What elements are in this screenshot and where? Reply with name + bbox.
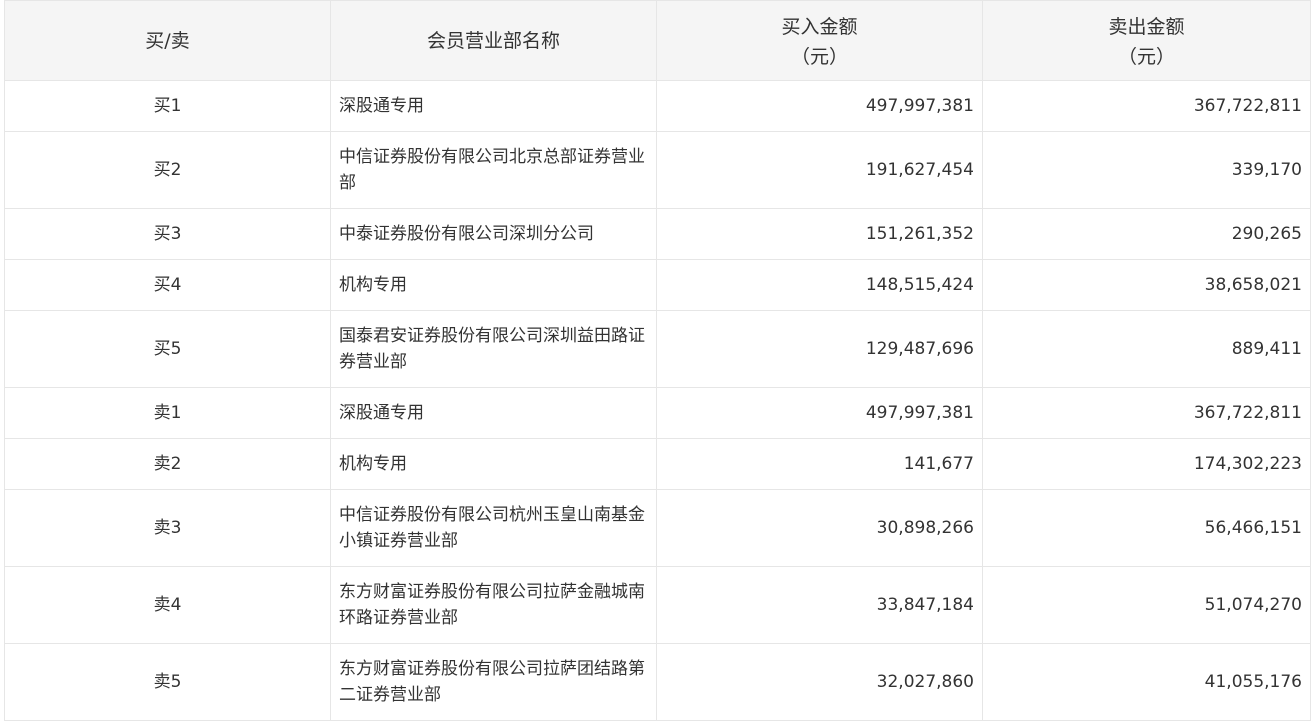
member-name-cell: 中泰证券股份有限公司深圳分公司 — [330, 208, 657, 260]
side-cell: 卖3 — [4, 489, 331, 567]
buy-amount-cell: 151,261,352 — [656, 208, 983, 260]
member-name-cell: 深股通专用 — [330, 80, 657, 132]
header-sell-amount: 卖出金额 （元） — [982, 0, 1311, 81]
side-cell: 买2 — [4, 131, 331, 209]
side-cell: 买5 — [4, 310, 331, 388]
side-cell: 卖2 — [4, 438, 331, 490]
table-row: 卖4 东方财富证券股份有限公司拉萨金融城南环路证券营业部 33,847,184 … — [4, 566, 1311, 644]
sell-amount-cell: 38,658,021 — [982, 259, 1311, 311]
dragon-tiger-table: 买/卖 会员营业部名称 买入金额 （元） 卖出金额 （元） 买1 深股通专用 4… — [4, 0, 1311, 721]
side-cell: 卖4 — [4, 566, 331, 644]
member-name-cell: 东方财富证券股份有限公司拉萨团结路第二证券营业部 — [330, 643, 657, 721]
side-cell: 买4 — [4, 259, 331, 311]
buy-amount-cell: 141,677 — [656, 438, 983, 490]
member-name-cell: 机构专用 — [330, 438, 657, 490]
table-body: 买1 深股通专用 497,997,381 367,722,811 买2 中信证券… — [4, 80, 1311, 721]
buy-amount-cell: 148,515,424 — [656, 259, 983, 311]
buy-amount-cell: 497,997,381 — [656, 387, 983, 439]
header-row: 买/卖 会员营业部名称 买入金额 （元） 卖出金额 （元） — [4, 0, 1311, 81]
buy-amount-cell: 497,997,381 — [656, 80, 983, 132]
buy-amount-cell: 30,898,266 — [656, 489, 983, 567]
sell-amount-cell: 367,722,811 — [982, 387, 1311, 439]
sell-amount-cell: 367,722,811 — [982, 80, 1311, 132]
table-header: 买/卖 会员营业部名称 买入金额 （元） 卖出金额 （元） — [4, 0, 1311, 81]
side-cell: 买1 — [4, 80, 331, 132]
sell-amount-cell: 41,055,176 — [982, 643, 1311, 721]
header-buy-label: 买入金额 — [781, 15, 858, 38]
member-name-cell: 东方财富证券股份有限公司拉萨金融城南环路证券营业部 — [330, 566, 657, 644]
table-row: 卖3 中信证券股份有限公司杭州玉皇山南基金小镇证券营业部 30,898,266 … — [4, 489, 1311, 567]
table-row: 买2 中信证券股份有限公司北京总部证券营业部 191,627,454 339,1… — [4, 131, 1311, 209]
table-row: 买5 国泰君安证券股份有限公司深圳益田路证券营业部 129,487,696 88… — [4, 310, 1311, 388]
sell-amount-cell: 56,466,151 — [982, 489, 1311, 567]
sell-amount-cell: 339,170 — [982, 131, 1311, 209]
table-row: 买1 深股通专用 497,997,381 367,722,811 — [4, 80, 1311, 132]
table-row: 买3 中泰证券股份有限公司深圳分公司 151,261,352 290,265 — [4, 208, 1311, 260]
header-buy-unit: （元） — [790, 45, 848, 68]
buy-amount-cell: 129,487,696 — [656, 310, 983, 388]
member-name-cell: 中信证券股份有限公司杭州玉皇山南基金小镇证券营业部 — [330, 489, 657, 567]
side-cell: 买3 — [4, 208, 331, 260]
sell-amount-cell: 174,302,223 — [982, 438, 1311, 490]
side-cell: 卖1 — [4, 387, 331, 439]
header-buy-amount: 买入金额 （元） — [656, 0, 983, 81]
buy-amount-cell: 32,027,860 — [656, 643, 983, 721]
sell-amount-cell: 51,074,270 — [982, 566, 1311, 644]
table-row: 买4 机构专用 148,515,424 38,658,021 — [4, 259, 1311, 311]
header-side: 买/卖 — [4, 0, 331, 81]
header-sell-unit: （元） — [1117, 45, 1175, 68]
member-name-cell: 深股通专用 — [330, 387, 657, 439]
table-row: 卖1 深股通专用 497,997,381 367,722,811 — [4, 387, 1311, 439]
header-sell-label: 卖出金额 — [1108, 15, 1185, 38]
buy-amount-cell: 191,627,454 — [656, 131, 983, 209]
header-member-name: 会员营业部名称 — [330, 0, 657, 81]
member-name-cell: 中信证券股份有限公司北京总部证券营业部 — [330, 131, 657, 209]
buy-amount-cell: 33,847,184 — [656, 566, 983, 644]
sell-amount-cell: 889,411 — [982, 310, 1311, 388]
table-row: 卖5 东方财富证券股份有限公司拉萨团结路第二证券营业部 32,027,860 4… — [4, 643, 1311, 721]
sell-amount-cell: 290,265 — [982, 208, 1311, 260]
member-name-cell: 国泰君安证券股份有限公司深圳益田路证券营业部 — [330, 310, 657, 388]
member-name-cell: 机构专用 — [330, 259, 657, 311]
table-row: 卖2 机构专用 141,677 174,302,223 — [4, 438, 1311, 490]
side-cell: 卖5 — [4, 643, 331, 721]
